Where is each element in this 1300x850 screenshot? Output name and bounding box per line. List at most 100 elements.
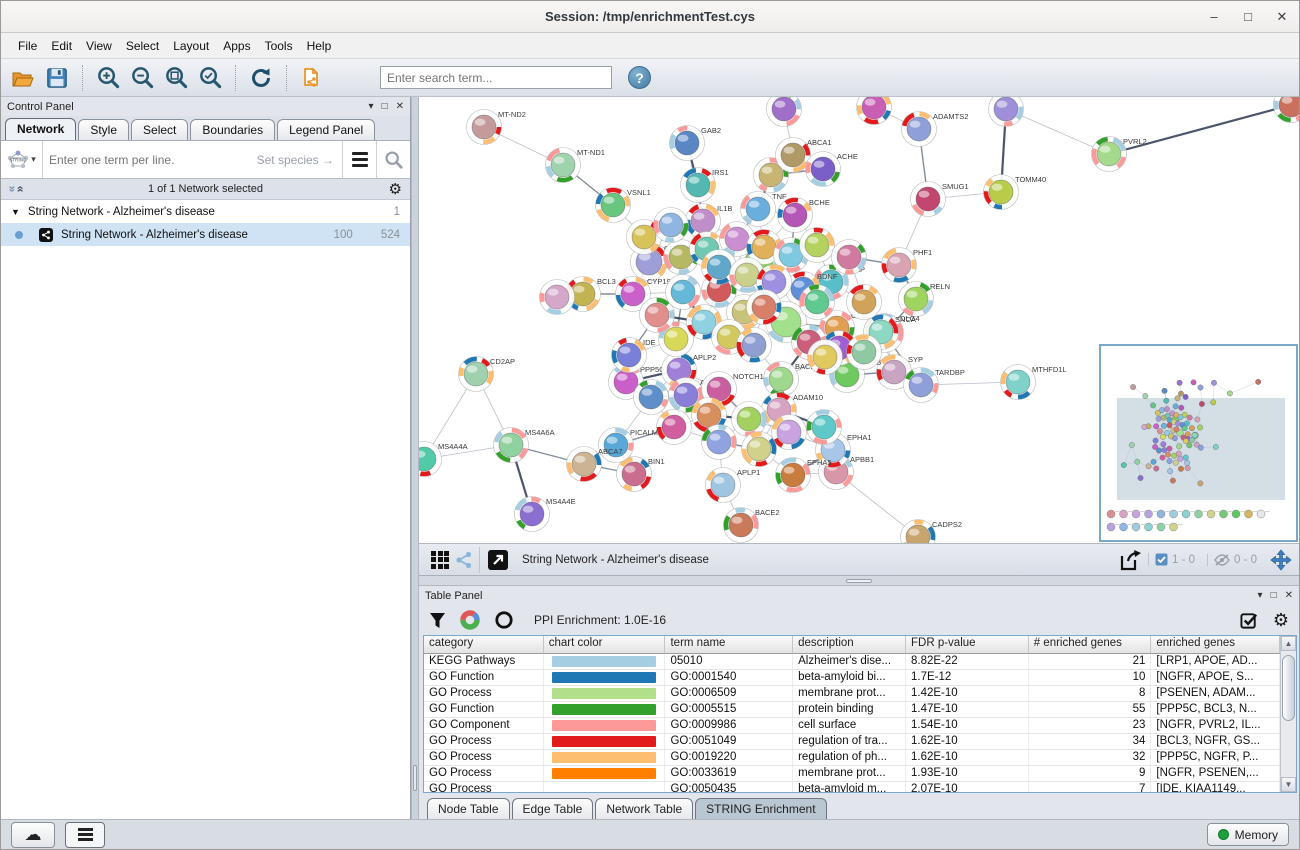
protein-node[interactable]: RELN (899, 282, 951, 317)
copy-network-button[interactable] (298, 64, 326, 92)
string-term-input[interactable] (43, 153, 257, 167)
column-header-term-name[interactable]: term name (665, 636, 793, 654)
protein-node[interactable]: MT-ND2 (467, 110, 526, 145)
table-row[interactable]: GO ProcessGO:0050435beta-amyloid m...2.0… (424, 782, 1280, 793)
protein-node[interactable] (857, 97, 892, 125)
protein-node[interactable]: TARDBP (904, 368, 965, 403)
network-panel-gear-icon[interactable]: ⚙ (389, 182, 402, 197)
menu-layout[interactable]: Layout (166, 36, 216, 56)
tab-style[interactable]: Style (78, 119, 129, 140)
menu-view[interactable]: View (79, 36, 119, 56)
protein-node[interactable]: SMUG1 (911, 182, 969, 217)
filter-icon[interactable] (429, 612, 446, 629)
table-panel-splitter[interactable] (419, 576, 1299, 586)
protein-node[interactable]: APLP1 (706, 468, 761, 503)
network-row-selected[interactable]: String Network - Alzheimer's disease 100… (1, 223, 410, 246)
scrollbar-thumb[interactable] (1282, 655, 1295, 721)
table-row[interactable]: GO FunctionGO:0001540beta-amyloid bi...1… (424, 670, 1280, 686)
protein-node[interactable] (772, 415, 807, 450)
species-hint[interactable]: Set species → (257, 153, 334, 167)
tab-network-table[interactable]: Network Table (595, 798, 693, 819)
task-history-button[interactable] (65, 822, 105, 848)
zoom-out-button[interactable] (128, 64, 156, 92)
birdseye-overview[interactable] (1099, 344, 1298, 542)
protein-node[interactable]: BACE2 (724, 508, 780, 543)
panel-menu-arrow-icon[interactable]: ▾ (369, 102, 374, 112)
protein-node[interactable] (634, 380, 669, 415)
splitter-grip[interactable] (413, 765, 417, 791)
minimize-button[interactable]: – (1197, 2, 1231, 32)
panel-menu-arrow-icon[interactable]: ▾ (1258, 591, 1263, 601)
protein-node[interactable] (747, 290, 782, 325)
protein-node[interactable] (1274, 97, 1300, 123)
menu-tools[interactable]: Tools (258, 36, 300, 56)
table-row[interactable]: KEGG Pathways05010Alzheimer's dise...8.8… (424, 654, 1280, 670)
table-row[interactable]: GO ComponentGO:0009986cell surface1.54E-… (424, 718, 1280, 734)
string-protein-query-selector[interactable]: STRING ▾ (1, 141, 43, 178)
protein-node[interactable]: ADAMTS2 (902, 112, 969, 147)
chart-donut-icon[interactable] (460, 610, 480, 630)
protein-node[interactable] (666, 275, 701, 310)
memory-button[interactable]: Memory (1207, 823, 1289, 846)
protein-node[interactable]: VSNL1 (596, 188, 651, 223)
protein-node[interactable] (808, 340, 843, 375)
detach-view-icon[interactable] (486, 548, 510, 572)
share-view-icon[interactable] (455, 551, 473, 569)
zoom-in-button[interactable] (94, 64, 122, 92)
protein-node[interactable] (654, 208, 689, 243)
protein-node[interactable]: MS4A4E (515, 497, 576, 532)
column-header--enriched-genes[interactable]: # enriched genes (1029, 636, 1152, 654)
tab-node-table[interactable]: Node Table (427, 798, 510, 819)
menu-apps[interactable]: Apps (216, 36, 257, 56)
save-session-button[interactable] (43, 64, 71, 92)
protein-node[interactable]: MTHFD1L (1001, 365, 1067, 400)
protein-node[interactable]: PVRL2 (1092, 137, 1147, 172)
protein-node[interactable] (540, 280, 575, 315)
protein-node[interactable] (737, 328, 772, 363)
tab-select[interactable]: Select (131, 119, 188, 140)
protein-node[interactable] (800, 285, 835, 320)
panel-splitter[interactable] (411, 97, 419, 819)
protein-node[interactable] (657, 410, 692, 445)
select-columns-icon[interactable] (1240, 611, 1259, 630)
close-button[interactable]: ✕ (1265, 2, 1299, 32)
protein-node[interactable]: IRS1 (681, 168, 729, 203)
column-header-chart-color[interactable]: chart color (544, 636, 666, 654)
column-header-description[interactable]: description (793, 636, 906, 654)
menu-edit[interactable]: Edit (44, 36, 79, 56)
protein-node[interactable]: BIN1 (617, 457, 665, 492)
column-header-enriched-genes[interactable]: enriched genes (1151, 636, 1280, 654)
protein-node[interactable]: ABCA7 (567, 447, 623, 482)
protein-node[interactable] (832, 240, 867, 275)
protein-node[interactable] (767, 97, 802, 127)
protein-node[interactable] (847, 335, 882, 370)
collapse-all-icon[interactable]: » (12, 186, 26, 193)
panel-float-icon[interactable]: □ (1271, 591, 1277, 601)
tab-network[interactable]: Network (5, 118, 76, 140)
menu-help[interactable]: Help (300, 36, 339, 56)
zoom-fit-button[interactable] (162, 64, 190, 92)
table-row[interactable]: GO ProcessGO:0033619membrane prot...1.93… (424, 766, 1280, 782)
protein-node[interactable] (847, 285, 882, 320)
splitter-grip[interactable] (846, 579, 872, 583)
protein-node[interactable] (742, 432, 777, 467)
ring-icon[interactable] (494, 610, 514, 630)
menu-file[interactable]: File (11, 36, 44, 56)
tab-string-enrichment[interactable]: STRING Enrichment (695, 798, 826, 819)
table-row[interactable]: GO FunctionGO:0005515protein binding1.47… (424, 702, 1280, 718)
panel-float-icon[interactable]: □ (382, 102, 388, 112)
table-row[interactable]: GO ProcessGO:0006509membrane prot...1.42… (424, 686, 1280, 702)
table-scrollbar[interactable]: ▲ ▼ (1280, 636, 1296, 792)
open-session-button[interactable] (9, 64, 37, 92)
protein-node[interactable]: CD2AP (459, 357, 516, 392)
scroll-down-icon[interactable]: ▼ (1281, 777, 1296, 792)
table-row[interactable]: GO ProcessGO:0019220regulation of ph...1… (424, 750, 1280, 766)
help-button[interactable]: ? (628, 66, 651, 89)
column-header-fdr-p-value[interactable]: FDR p-value (906, 636, 1029, 654)
cloud-button[interactable]: ☁ (11, 822, 55, 848)
table-row[interactable]: GO ProcessGO:0051049regulation of tra...… (424, 734, 1280, 750)
column-header-category[interactable]: category (424, 636, 544, 654)
protein-node[interactable]: BCHE (778, 198, 830, 233)
search-input[interactable] (380, 66, 612, 89)
tab-legend-panel[interactable]: Legend Panel (277, 119, 375, 140)
